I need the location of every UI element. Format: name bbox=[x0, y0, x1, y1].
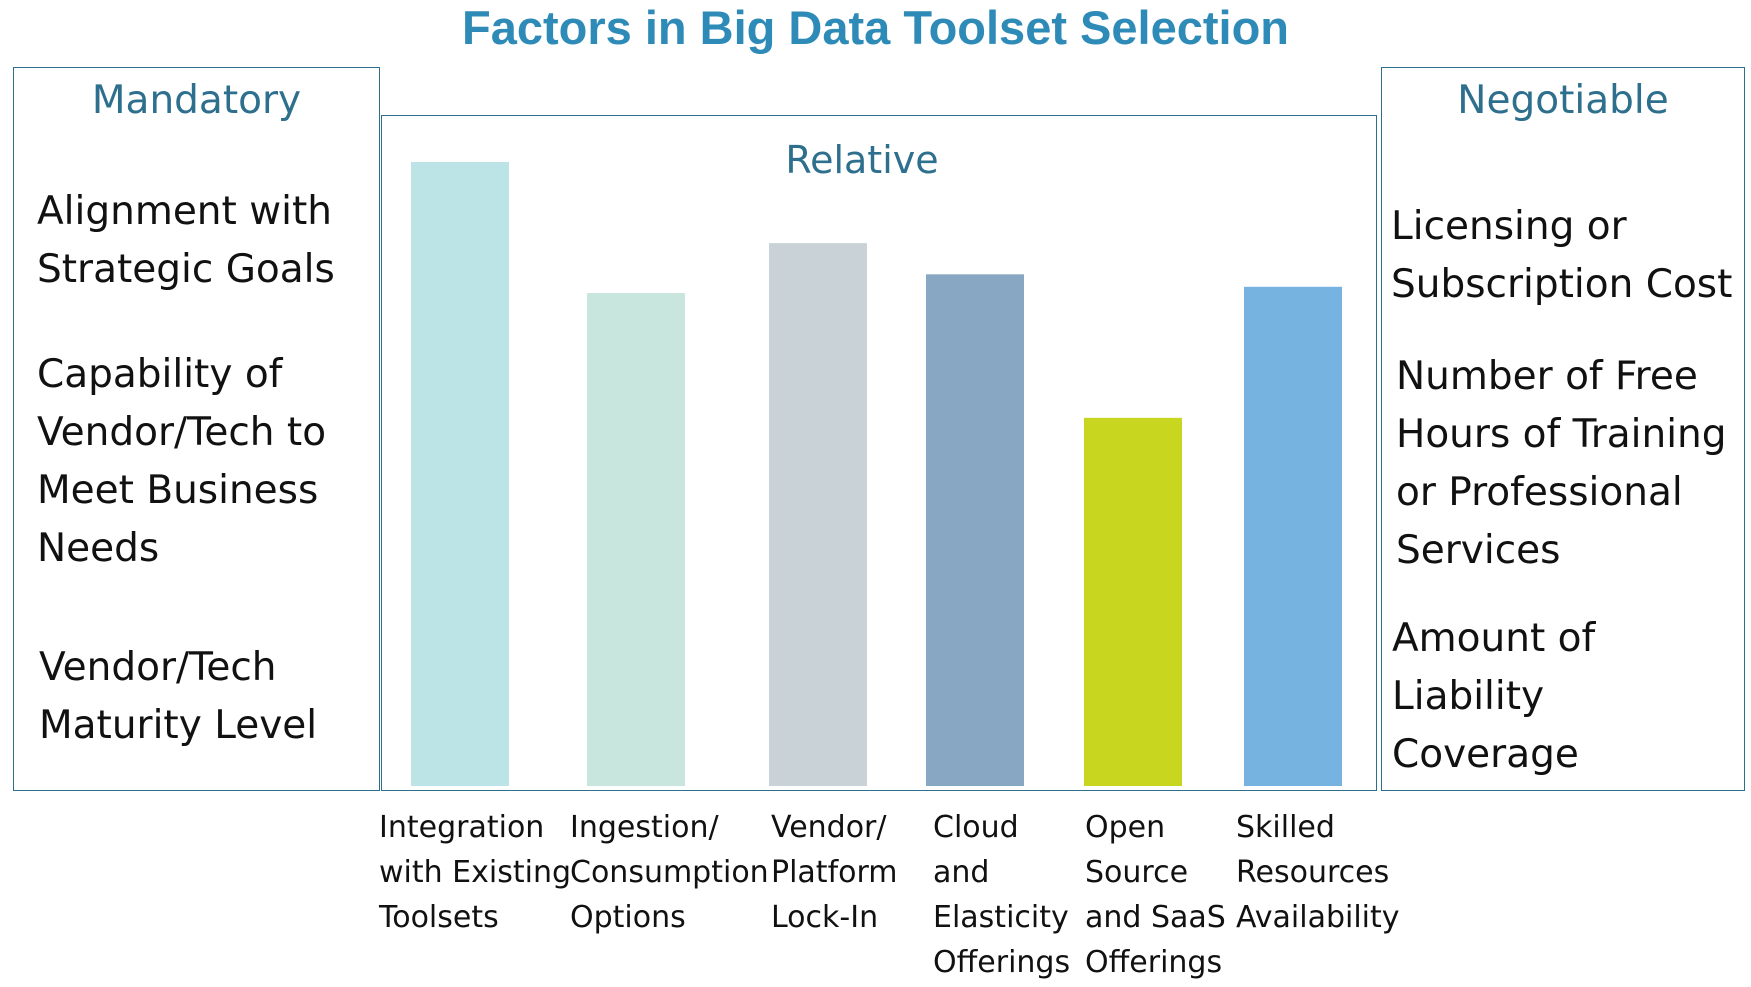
bar-3 bbox=[769, 243, 867, 786]
bar-6 bbox=[1244, 286, 1342, 786]
chart-title: Relative bbox=[785, 138, 938, 182]
x-tick-label: Open Source and SaaS Offerings bbox=[1085, 810, 1226, 980]
x-tick-label: Skilled Resources Availability bbox=[1236, 810, 1400, 935]
x-tick-label: Integration with Existing Toolsets bbox=[379, 810, 572, 935]
bar-5 bbox=[1084, 417, 1182, 786]
bar-2 bbox=[587, 293, 685, 786]
bar-1 bbox=[411, 162, 509, 786]
x-tick-label: Ingestion/ Consumption Options bbox=[570, 810, 769, 935]
x-tick-label: Cloud and Elasticity Offerings bbox=[933, 810, 1071, 980]
x-tick-label: Vendor/ Platform Lock-In bbox=[771, 810, 898, 935]
bar-4 bbox=[926, 274, 1024, 786]
